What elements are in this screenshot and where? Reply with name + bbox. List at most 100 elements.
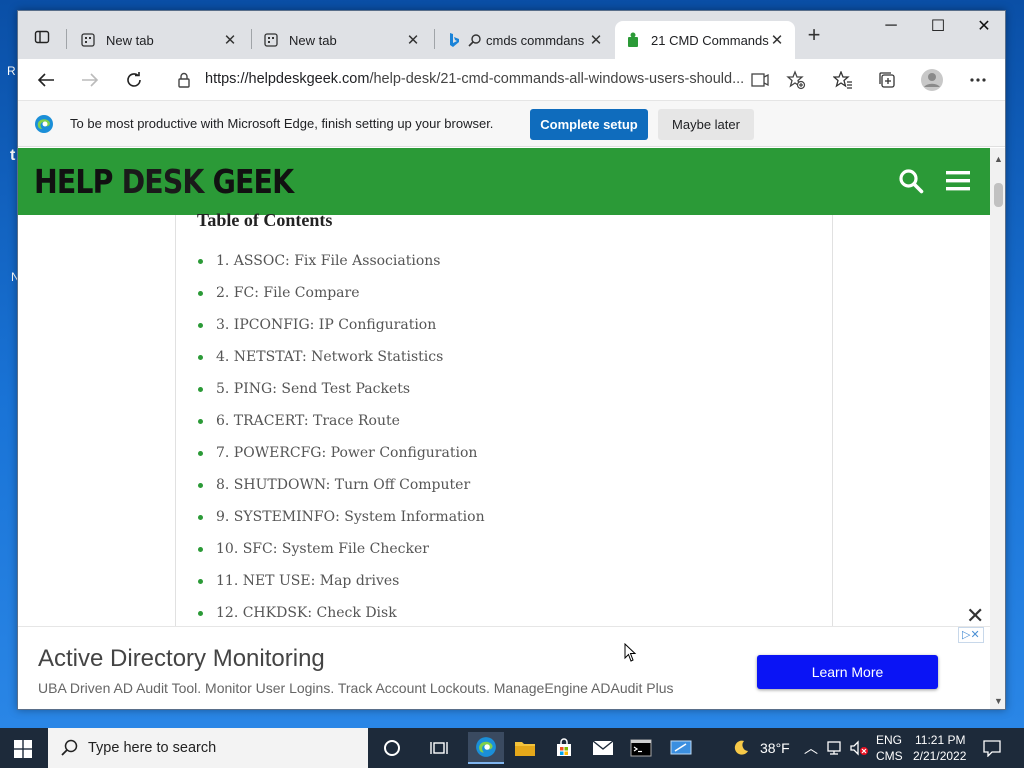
forward-button[interactable] xyxy=(76,67,104,93)
search-placeholder: Type here to search xyxy=(88,740,217,756)
weather-temperature[interactable]: 38°F xyxy=(760,740,790,756)
edge-taskbar-icon[interactable] xyxy=(468,732,504,764)
notifications-icon[interactable] xyxy=(983,739,1001,757)
file-explorer-icon[interactable] xyxy=(507,732,543,764)
tab-label: cmds commdans xyxy=(486,32,585,48)
reader-view-icon[interactable] xyxy=(746,67,774,93)
ad-subtitle: UBA Driven AD Audit Tool. Monitor User L… xyxy=(38,680,674,696)
tab-label: New tab xyxy=(106,32,154,48)
task-view-icon[interactable] xyxy=(421,732,457,764)
favorites-icon[interactable] xyxy=(829,67,857,93)
command-prompt-icon[interactable] xyxy=(623,732,659,764)
profile-avatar[interactable] xyxy=(918,67,946,93)
toc-list: 1. ASSOC: Fix File Associations 2. FC: F… xyxy=(198,245,485,629)
new-tab-icon xyxy=(80,32,96,48)
back-arrow-icon xyxy=(37,73,54,87)
site-logo[interactable]: HELP DESK GEEK xyxy=(34,162,294,201)
refresh-icon xyxy=(127,72,141,87)
search-icon xyxy=(466,32,482,48)
cortana-icon[interactable] xyxy=(374,732,410,764)
close-tab-icon[interactable]: ✕ xyxy=(222,31,238,49)
search-icon[interactable] xyxy=(898,168,924,194)
hamburger-menu-icon[interactable] xyxy=(946,170,970,192)
toc-item[interactable]: 1. ASSOC: Fix File Associations xyxy=(198,245,485,277)
windows-start-icon[interactable] xyxy=(14,740,32,758)
more-menu-icon[interactable] xyxy=(964,67,992,93)
new-tab-button[interactable]: + xyxy=(803,24,825,47)
toc-item[interactable]: 2. FC: File Compare xyxy=(198,277,485,309)
close-window-button[interactable]: ✕ xyxy=(961,11,1005,41)
ad-title: Active Directory Monitoring xyxy=(38,645,325,672)
language-indicator[interactable]: ENG xyxy=(876,733,902,747)
ad-choices-icon[interactable]: ▷✕ xyxy=(958,627,984,643)
toc-item[interactable]: 6. TRACERT: Trace Route xyxy=(198,405,485,437)
toc-item[interactable]: 12. CHKDSK: Check Disk xyxy=(198,597,485,629)
toc-item[interactable]: 3. IPCONFIG: IP Configuration xyxy=(198,309,485,341)
collections-icon[interactable] xyxy=(873,67,901,93)
volume-muted-icon[interactable] xyxy=(849,740,869,756)
search-icon xyxy=(61,739,78,756)
forward-arrow-icon xyxy=(82,73,99,87)
edge-logo-icon xyxy=(35,115,53,133)
toc-item[interactable]: 8. SHUTDOWN: Turn Off Computer xyxy=(198,469,485,501)
ad-banner[interactable]: ✕ ▷✕ Active Directory Monitoring UBA Dri… xyxy=(18,603,990,709)
toc-item[interactable]: 10. SFC: System File Checker xyxy=(198,533,485,565)
toc-title: Table of Contents xyxy=(197,210,333,230)
browser-toolbar: https://helpdeskgeek.com/help-desk/21-cm… xyxy=(18,59,1005,101)
tab-label: New tab xyxy=(289,32,337,48)
complete-setup-button[interactable]: Complete setup xyxy=(530,109,648,140)
site-header: HELP DESK GEEK xyxy=(18,148,990,215)
close-tab-icon[interactable]: ✕ xyxy=(588,31,604,49)
input-method-indicator[interactable]: CMS xyxy=(876,749,903,763)
weather-moon-icon[interactable] xyxy=(723,732,759,764)
browser-window: New tab ✕ New tab ✕ cmds commdans ✕ 21 C… xyxy=(17,10,1006,710)
url-text: https://helpdeskgeek.com/help-desk/21-cm… xyxy=(205,71,745,87)
mail-icon[interactable] xyxy=(585,732,621,764)
clock-date[interactable]: 2/21/2022 xyxy=(913,749,966,763)
microsoft-store-icon[interactable] xyxy=(546,732,582,764)
ad-close-icon[interactable]: ✕ xyxy=(966,603,984,629)
toc-item[interactable]: 11. NET USE: Map drives xyxy=(198,565,485,597)
mouse-cursor-icon xyxy=(624,643,637,662)
bing-icon xyxy=(446,32,462,48)
setup-infobar: To be most productive with Microsoft Edg… xyxy=(18,101,1005,147)
toc-item[interactable]: 5. PING: Send Test Packets xyxy=(198,373,485,405)
infobar-message: To be most productive with Microsoft Edg… xyxy=(70,116,494,131)
close-tab-icon[interactable]: ✕ xyxy=(769,31,785,49)
toc-item[interactable]: 4. NETSTAT: Network Statistics xyxy=(198,341,485,373)
toc-item[interactable]: 7. POWERCFG: Power Configuration xyxy=(198,437,485,469)
lock-icon xyxy=(178,72,190,88)
network-icon[interactable] xyxy=(826,740,844,756)
scroll-thumb[interactable] xyxy=(994,183,1003,207)
tray-chevron-up-icon[interactable]: ︿ xyxy=(804,738,818,758)
web-page: HELP DESK GEEK Table of Contents 1. ASSO… xyxy=(18,148,990,709)
back-button[interactable] xyxy=(32,67,60,93)
clock-time[interactable]: 11:21 PM xyxy=(915,733,965,747)
toc-item[interactable]: 9. SYSTEMINFO: System Information xyxy=(198,501,485,533)
page-scrollbar[interactable]: ▲ ▼ xyxy=(990,148,1005,709)
maximize-button[interactable]: ☐ xyxy=(915,11,961,41)
tab-label: 21 CMD Commands A xyxy=(651,32,769,48)
tab-active-helpdeskgeek[interactable]: 21 CMD Commands A ✕ xyxy=(615,21,795,59)
maybe-later-button[interactable]: Maybe later xyxy=(658,109,754,140)
taskbar-search-box[interactable]: Type here to search xyxy=(48,728,368,768)
desktop-icon-label: t xyxy=(10,147,16,164)
refresh-button[interactable] xyxy=(120,67,148,93)
rdp-app-icon[interactable] xyxy=(663,732,699,764)
scroll-down-icon[interactable]: ▼ xyxy=(994,696,1003,706)
helpdeskgeek-favicon xyxy=(625,32,641,48)
tab-bing-search[interactable]: cmds commdans ✕ xyxy=(436,21,614,59)
add-favorite-icon[interactable] xyxy=(782,67,810,93)
taskbar: Type here to search 38°F ︿ ENG CMS 11:21… xyxy=(0,728,1024,768)
new-tab-icon xyxy=(263,32,279,48)
desktop-icon-label: R xyxy=(7,64,16,78)
address-bar[interactable]: https://helpdeskgeek.com/help-desk/21-cm… xyxy=(163,65,813,95)
tab-bar: New tab ✕ New tab ✕ cmds commdans ✕ 21 C… xyxy=(18,11,1005,59)
tab-actions-icon[interactable] xyxy=(28,25,56,49)
tab-new-tab-2[interactable]: New tab ✕ xyxy=(253,21,431,59)
scroll-up-icon[interactable]: ▲ xyxy=(994,154,1003,164)
learn-more-button[interactable]: Learn More xyxy=(757,655,938,689)
minimize-button[interactable]: ─ xyxy=(868,11,914,41)
tab-new-tab-1[interactable]: New tab ✕ xyxy=(70,21,248,59)
close-tab-icon[interactable]: ✕ xyxy=(405,31,421,49)
